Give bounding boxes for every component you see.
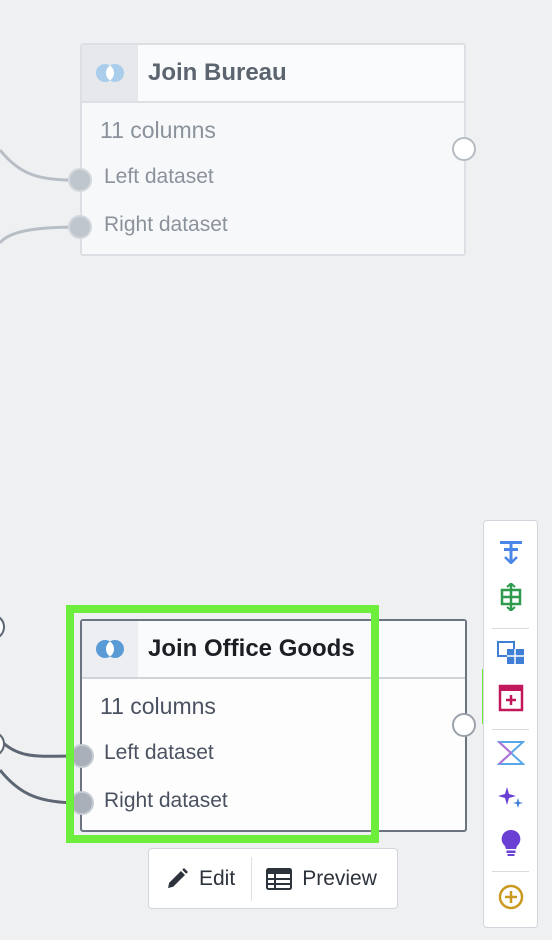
edit-label: Edit [199, 866, 236, 890]
left-dataset-label: Left dataset [104, 741, 214, 764]
join-icon [82, 621, 138, 677]
add-table-icon [498, 684, 523, 712]
right-dataset-port-row[interactable]: Right dataset [82, 201, 464, 249]
preview-label: Preview [302, 866, 377, 890]
bureau-left-input-port[interactable] [68, 168, 92, 192]
right-dataset-port-row[interactable]: Right dataset [82, 777, 465, 825]
table-icon [266, 867, 293, 890]
lightbulb-icon [501, 829, 520, 856]
join-icon [82, 45, 138, 101]
add-tool[interactable] [484, 877, 537, 917]
left-dataset-label: Left dataset [104, 165, 214, 188]
node-title: Join Office Goods [148, 635, 355, 662]
pivot-tool[interactable] [484, 577, 537, 617]
edit-button[interactable]: Edit [149, 849, 251, 908]
toolbar-divider [492, 628, 529, 629]
sparkle-icon [497, 787, 523, 808]
column-count: 11 columns [100, 693, 216, 719]
left-dataset-port-row[interactable]: Left dataset [82, 153, 464, 201]
join-bureau-node[interactable]: Join Bureau 11 columns Left dataset Righ… [80, 43, 466, 256]
suggestion-tool[interactable] [484, 823, 537, 863]
bureau-output-port[interactable] [452, 137, 476, 161]
partial-node-port [0, 733, 5, 755]
join-office-goods-node[interactable]: Join Office Goods 11 columns Left datase… [80, 619, 467, 832]
node-header: Join Bureau [82, 45, 464, 103]
node-title: Join Bureau [148, 59, 287, 86]
add-table-tool[interactable] [484, 678, 537, 718]
right-dataset-label: Right dataset [104, 789, 228, 812]
table-grid-tool[interactable] [484, 633, 537, 673]
office-right-input-port[interactable] [70, 791, 94, 815]
transform-tool[interactable] [484, 733, 537, 773]
table-grid-icon [496, 641, 524, 664]
filter-icon [499, 541, 522, 564]
bureau-right-input-port[interactable] [68, 215, 92, 239]
left-dataset-port-row[interactable]: Left dataset [82, 729, 465, 777]
node-action-bar: Edit Preview [148, 848, 398, 909]
office-left-input-port[interactable] [70, 744, 94, 768]
toolbar-divider [492, 871, 529, 872]
edge-office-left [0, 738, 81, 758]
right-dataset-label: Right dataset [104, 213, 228, 236]
filter-tool[interactable] [484, 531, 537, 571]
toolbar-divider [492, 729, 529, 730]
pencil-icon [168, 867, 188, 888]
ai-sparkle-tool[interactable] [484, 777, 537, 817]
office-output-port[interactable] [452, 713, 476, 737]
column-count: 11 columns [100, 117, 216, 143]
add-circle-icon [498, 884, 523, 910]
edge-office-right [0, 769, 81, 805]
pivot-icon [500, 583, 521, 611]
preview-button[interactable]: Preview [252, 849, 377, 908]
transform-icon [496, 741, 525, 765]
transform-toolbar [483, 520, 538, 928]
node-header: Join Office Goods [82, 621, 465, 679]
partial-node-port [0, 616, 5, 638]
